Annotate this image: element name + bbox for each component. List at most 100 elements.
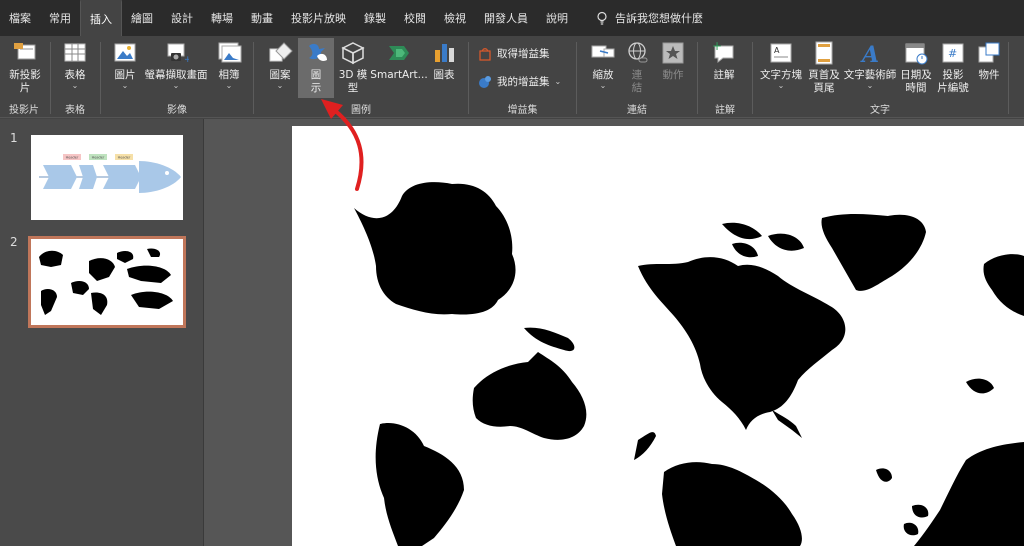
tab-view[interactable]: 檢視	[435, 0, 475, 36]
group-tables: 表格 ⌄ 表格	[52, 36, 98, 118]
continent-shape	[821, 214, 926, 291]
chevron-down-icon: ⌄	[225, 81, 233, 90]
action-button[interactable]: 動作	[658, 40, 688, 82]
continent-shape	[722, 222, 804, 258]
group-text: A 文字方塊 ⌄ 頁首及 頁尾 A 文字藝術師 ⌄ 日期及 時間 # 投影 片編…	[754, 36, 1006, 118]
thumbnail-label: Header	[118, 156, 131, 160]
3d-models-button[interactable]: 3D 模 型	[337, 40, 369, 95]
slide-number-1: 1	[10, 131, 18, 145]
continent-shape	[983, 254, 1024, 316]
continent-shape	[772, 410, 802, 438]
smartart-icon	[389, 46, 409, 60]
tab-draw[interactable]: 繪圖	[122, 0, 162, 36]
group-images: 圖片 ⌄ + 螢幕擷取畫面 ⌄ 相簿 ⌄ 影像	[102, 36, 252, 118]
my-addins-button[interactable]: 我的增益集 ⌄	[478, 74, 561, 89]
new-slide-icon	[14, 43, 36, 60]
svg-text:A: A	[774, 46, 780, 55]
svg-text:+: +	[712, 40, 722, 53]
continent-shape	[662, 462, 802, 546]
continent-shape	[375, 422, 464, 546]
group-label-tables: 表格	[65, 105, 85, 116]
get-addins-button[interactable]: 取得增益集	[478, 46, 550, 61]
svg-text:+: +	[184, 55, 189, 65]
group-slides: 新投影 片 投影片	[0, 36, 48, 118]
slide-canvas[interactable]	[292, 126, 1024, 546]
star-action-icon	[662, 42, 684, 64]
picture-button[interactable]: 圖片 ⌄	[110, 40, 140, 90]
slide-number-icon: #	[942, 43, 964, 63]
chevron-down-icon: ⌄	[276, 81, 284, 90]
tab-design[interactable]: 設計	[162, 0, 202, 36]
3d-models-label: 3D 模	[338, 69, 368, 81]
tab-transitions[interactable]: 轉場	[202, 0, 242, 36]
chevron-down-icon: ⌄	[866, 81, 874, 90]
text-box-button[interactable]: A 文字方塊 ⌄	[758, 40, 804, 90]
object-button[interactable]: 物件	[974, 40, 1004, 82]
wordart-icon: A	[860, 42, 879, 66]
chevron-down-icon: ⌄	[777, 81, 785, 90]
tab-slideshow[interactable]: 投影片放映	[282, 0, 355, 36]
calendar-icon	[905, 43, 928, 65]
divider	[253, 42, 254, 114]
chevron-down-icon: ⌄	[71, 81, 79, 90]
tab-developer[interactable]: 開發人員	[475, 0, 537, 36]
continent-shape	[903, 504, 929, 536]
link-label: 連	[631, 69, 643, 81]
divider	[1008, 42, 1009, 114]
chevron-down-icon: ⌄	[554, 76, 562, 86]
continent-shape	[524, 327, 575, 352]
new-slide-button[interactable]: 新投影 片	[6, 40, 44, 95]
bar-chart-icon	[435, 44, 454, 62]
object-icon	[978, 42, 1000, 63]
tab-record[interactable]: 錄製	[355, 0, 395, 36]
lightbulb-icon	[597, 11, 607, 25]
cube-icon	[341, 42, 365, 65]
table-button[interactable]: 表格 ⌄	[60, 40, 90, 90]
annotation-arrow-icon	[321, 99, 364, 191]
smartart-button[interactable]: SmartArt...	[370, 40, 428, 82]
picture-icon	[114, 43, 136, 62]
icons-button[interactable]: 圖 示	[298, 38, 334, 98]
world-map-illustration[interactable]	[292, 126, 1024, 546]
continent-shape	[472, 352, 587, 440]
tab-help[interactable]: 說明	[537, 0, 577, 36]
slide-number-button[interactable]: # 投影 片編號	[934, 40, 972, 95]
slide-thumbnail-2[interactable]	[28, 236, 186, 328]
world-map-thumbnail-icon	[39, 248, 173, 315]
icons-label-2: 示	[310, 82, 322, 94]
wordart-button[interactable]: A 文字藝術師 ⌄	[842, 40, 898, 90]
comment-button[interactable]: + 註解	[709, 40, 739, 82]
tell-me-box[interactable]: 告訴我您想做什麼	[577, 0, 703, 36]
date-time-button[interactable]: 日期及 時間	[898, 40, 934, 95]
comment-icon: +	[712, 40, 734, 64]
zoom-button[interactable]: 縮放 ⌄	[588, 40, 618, 90]
date-time-label: 日期及	[900, 69, 932, 81]
object-label: 物件	[978, 69, 1000, 81]
tab-insert[interactable]: 插入	[80, 0, 122, 36]
tab-file[interactable]: 檔案	[0, 0, 40, 36]
tab-home[interactable]: 常用	[40, 0, 80, 36]
shapes-button[interactable]: 圖案 ⌄	[263, 40, 297, 90]
header-footer-button[interactable]: 頁首及 頁尾	[806, 40, 842, 95]
group-label-slides: 投影片	[9, 105, 39, 116]
slide-thumbnail-1[interactable]: Header Header Header	[31, 135, 183, 220]
group-addins: 取得增益集 我的增益集 ⌄ 增益集	[470, 36, 575, 118]
screenshot-button[interactable]: + 螢幕擷取畫面 ⌄	[144, 40, 208, 90]
photo-album-icon	[218, 42, 242, 63]
continent-shape	[634, 432, 656, 460]
tab-review[interactable]: 校閱	[395, 0, 435, 36]
group-label-images: 影像	[167, 105, 187, 116]
continent-shape	[354, 182, 516, 315]
tab-animations[interactable]: 動畫	[242, 0, 282, 36]
link-button[interactable]: 連 結	[624, 40, 650, 95]
photo-album-button[interactable]: 相簿 ⌄	[214, 40, 244, 90]
divider	[50, 42, 51, 114]
chart-button[interactable]: 圖表	[429, 40, 459, 82]
text-box-icon: A	[770, 43, 792, 63]
chart-label: 圖表	[433, 69, 455, 81]
action-label: 動作	[662, 69, 684, 81]
date-time-label-2: 時間	[905, 82, 927, 94]
continent-shape	[876, 468, 892, 482]
slide-number-label: 投影	[942, 69, 964, 81]
my-addins-label: 我的增益集	[497, 76, 550, 88]
